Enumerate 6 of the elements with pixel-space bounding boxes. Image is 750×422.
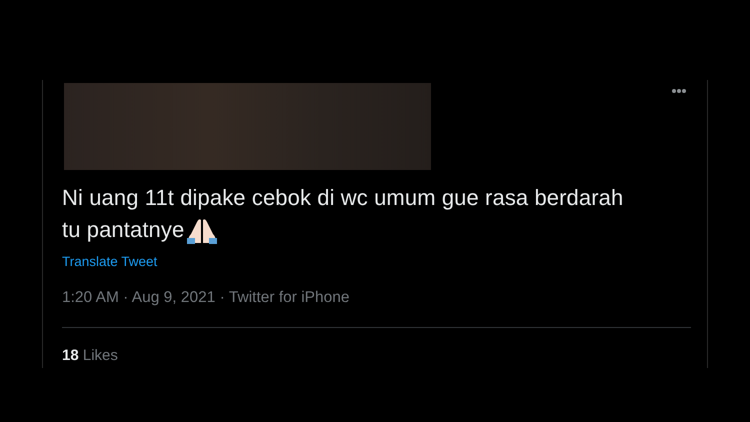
- likes-count[interactable]: 18 Likes: [62, 347, 118, 364]
- tweet-text: Ni uang 11t dipake cebok di wc umum gue rasa berdarah: [62, 184, 624, 212]
- tweet-text: tu pantatnye: [62, 216, 184, 244]
- translate-link[interactable]: Translate Tweet: [62, 254, 158, 269]
- tweet-timestamp: 1:20 AM · Aug 9, 2021 · Twitter for iPhone: [62, 289, 350, 307]
- more-options-icon[interactable]: [671, 88, 687, 94]
